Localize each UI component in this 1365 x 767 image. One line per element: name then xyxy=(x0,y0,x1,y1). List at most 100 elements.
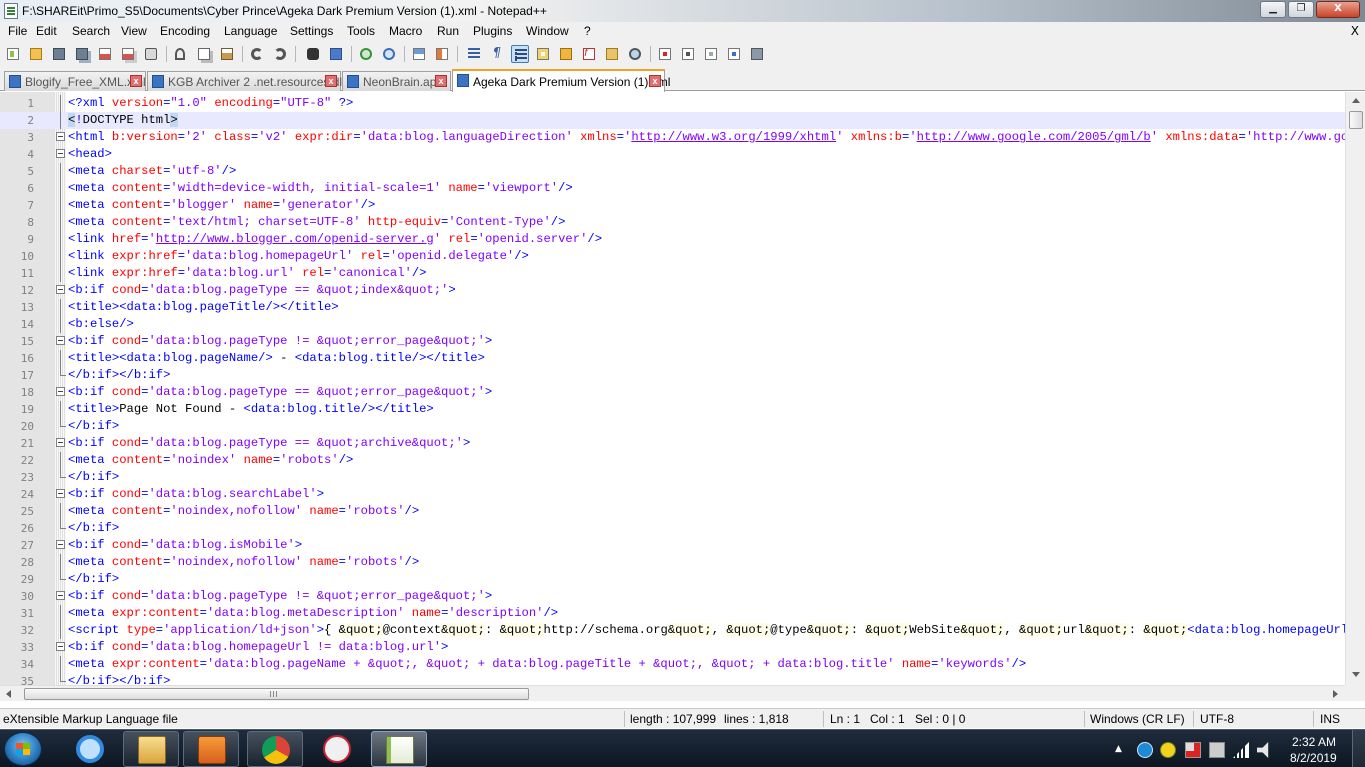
status-encoding[interactable]: UTF-8 xyxy=(1200,712,1234,726)
code-line[interactable]: 20 </b:if> xyxy=(0,418,1345,435)
copyright-app-icon[interactable] xyxy=(1137,742,1153,758)
menu-macro[interactable]: Macro xyxy=(389,24,422,38)
code-line[interactable]: 7 <meta content='blogger' name='generator… xyxy=(0,197,1345,214)
show-desktop-button[interactable] xyxy=(1352,730,1365,767)
code-line[interactable]: 22 <meta content='noindex' name='robots'/… xyxy=(0,452,1345,469)
plus-app-icon[interactable] xyxy=(1160,742,1176,758)
cut-icon[interactable] xyxy=(172,45,190,63)
code-line[interactable]: 8 <meta content='text/html; charset=UTF-8… xyxy=(0,214,1345,231)
menu-file[interactable]: File xyxy=(8,24,27,38)
menu-tools[interactable]: Tools xyxy=(347,24,375,38)
code-line[interactable]: 17 </b:if></b:if> xyxy=(0,367,1345,384)
code-line[interactable]: 9 <link href = 'http://www.blogger.com/open… xyxy=(0,231,1345,248)
maximize-button[interactable]: ❐ xyxy=(1288,1,1314,18)
menu-edit[interactable]: Edit xyxy=(36,24,57,38)
code-line[interactable]: 28 <meta content='noindex,nofollow' name=… xyxy=(0,554,1345,571)
show-hidden-icons[interactable]: ▲ xyxy=(1115,744,1131,760)
code-line[interactable]: 12 <b:if cond='data:blog.pageType == &quo… xyxy=(0,282,1345,299)
code-line[interactable]: 24 <b:if cond='data:blog.searchLabel'> xyxy=(0,486,1345,503)
code-line[interactable]: 31 <meta expr:content='data:blog.metaDesc… xyxy=(0,605,1345,622)
network-disabled-icon[interactable] xyxy=(1185,742,1201,758)
code-line[interactable]: 5 <meta charset='utf-8'/> xyxy=(0,163,1345,180)
code-editor[interactable]: 1 <?xml version="1.0" encoding="UTF-8" ?>… xyxy=(0,92,1365,685)
minimize-button[interactable]: ▁ xyxy=(1260,1,1286,18)
tab-kgb-archiver[interactable]: KGB Archiver 2 .net.resources.dll x xyxy=(147,71,345,91)
close-document-button[interactable]: X xyxy=(1351,24,1359,38)
zoom-in-icon[interactable] xyxy=(357,45,375,63)
code-line[interactable]: 3 <html b:version='2' class='v2' expr:dir… xyxy=(0,129,1345,146)
code-line[interactable]: 21 <b:if cond='data:blog.pageType == &quo… xyxy=(0,435,1345,452)
code-line[interactable]: 33 <b:if cond='data:blog.homepageUrl != d… xyxy=(0,639,1345,656)
paint-icon[interactable] xyxy=(309,731,365,767)
vertical-scroll-thumb[interactable] xyxy=(1349,111,1363,129)
close-window-button[interactable]: X xyxy=(1316,1,1360,18)
google-chrome-icon[interactable] xyxy=(247,731,303,767)
fold-toggle-icon[interactable] xyxy=(56,336,65,345)
fold-toggle-icon[interactable] xyxy=(56,642,65,651)
code-line[interactable]: 34 <meta expr:content='data:blog.pageName… xyxy=(0,656,1345,673)
device-icon[interactable] xyxy=(1209,742,1225,758)
status-eol[interactable]: Windows (CR LF) xyxy=(1090,712,1185,726)
code-line[interactable]: 4 <head> xyxy=(0,146,1345,163)
menu-view[interactable]: View xyxy=(121,24,147,38)
horizontal-scroll-thumb[interactable] xyxy=(24,688,529,700)
sync-horizontal-icon[interactable] xyxy=(433,45,451,63)
fold-toggle-icon[interactable] xyxy=(56,285,65,294)
sync-vertical-icon[interactable] xyxy=(410,45,428,63)
volume-icon[interactable] xyxy=(1257,742,1269,758)
find-icon[interactable] xyxy=(304,45,322,63)
code-line[interactable]: 1 <?xml version="1.0" encoding="UTF-8" ?> xyxy=(0,95,1345,112)
code-line[interactable]: 13 <title><data:blog.pageTitle/></title> xyxy=(0,299,1345,316)
new-file-icon[interactable] xyxy=(4,45,22,63)
redo-icon[interactable] xyxy=(271,45,289,63)
code-line[interactable]: 19 <title>Page Not Found - <data:blog.tit… xyxy=(0,401,1345,418)
code-line[interactable]: 23 </b:if> xyxy=(0,469,1345,486)
tab-close-icon[interactable]: x xyxy=(649,75,661,87)
run-macro-multiple-icon[interactable] xyxy=(725,45,743,63)
notepad-plus-plus-task[interactable] xyxy=(371,731,427,767)
code-line[interactable]: 15 <b:if cond='data:blog.pageType != &quo… xyxy=(0,333,1345,350)
save-all-icon[interactable] xyxy=(73,45,91,63)
close-all-icon[interactable] xyxy=(119,45,137,63)
menu-encoding[interactable]: Encoding xyxy=(160,24,210,38)
close-icon[interactable] xyxy=(96,45,114,63)
code-line[interactable]: 35 </b:if></b:if> xyxy=(0,673,1345,685)
clock-time[interactable]: 2:32 AM xyxy=(1292,735,1336,749)
code-line[interactable]: 2 <!DOCTYPE html> xyxy=(0,112,1345,129)
folder-workspace-icon[interactable] xyxy=(603,45,621,63)
record-macro-icon[interactable] xyxy=(656,45,674,63)
code-line[interactable]: 16 <title><data:blog.pageName/> - <data:b… xyxy=(0,350,1345,367)
clock-date[interactable]: 8/2/2019 xyxy=(1290,751,1337,765)
play-macro-icon[interactable] xyxy=(702,45,720,63)
code-line[interactable]: 27 <b:if cond='data:blog.isMobile'> xyxy=(0,537,1345,554)
vertical-scrollbar[interactable] xyxy=(1345,92,1365,685)
code-line[interactable]: 6 <meta content = 'width=device-width, init… xyxy=(0,180,1345,197)
tab-neonbrain-apk[interactable]: NeonBrain.apk x xyxy=(342,71,451,91)
tab-blogify-free-xml[interactable]: Blogify_Free_XML.xml x xyxy=(4,71,146,91)
define-language-icon[interactable] xyxy=(534,45,552,63)
undo-icon[interactable] xyxy=(248,45,266,63)
windows-explorer-icon[interactable] xyxy=(123,731,179,767)
code-line[interactable]: 25 <meta content='noindex,nofollow' name=… xyxy=(0,503,1345,520)
monitoring-icon[interactable] xyxy=(626,45,644,63)
media-player-icon[interactable] xyxy=(183,731,239,767)
start-button[interactable] xyxy=(4,732,42,766)
internet-explorer-icon[interactable] xyxy=(62,731,118,767)
menu-plugins[interactable]: Plugins xyxy=(473,24,512,38)
fold-toggle-icon[interactable] xyxy=(56,489,65,498)
code-line[interactable]: 32 <script type='application/ld+json'>{ &… xyxy=(0,622,1345,639)
fold-toggle-icon[interactable] xyxy=(56,387,65,396)
menu-settings[interactable]: Settings xyxy=(290,24,333,38)
code-line[interactable]: 18 <b:if cond='data:blog.pageType == &quo… xyxy=(0,384,1345,401)
tab-close-icon[interactable]: x xyxy=(130,75,142,87)
function-list-icon[interactable]: f xyxy=(580,45,598,63)
open-file-icon[interactable] xyxy=(27,45,45,63)
code-line[interactable]: 10 <link expr:href='data:blog.homepageUrl… xyxy=(0,248,1345,265)
word-wrap-icon[interactable] xyxy=(465,45,483,63)
fold-toggle-icon[interactable] xyxy=(56,132,65,141)
stop-recording-icon[interactable] xyxy=(679,45,697,63)
code-line[interactable]: 26 </b:if> xyxy=(0,520,1345,537)
menu-search[interactable]: Search xyxy=(72,24,110,38)
document-map-icon[interactable] xyxy=(557,45,575,63)
menu-language[interactable]: Language xyxy=(224,24,277,38)
